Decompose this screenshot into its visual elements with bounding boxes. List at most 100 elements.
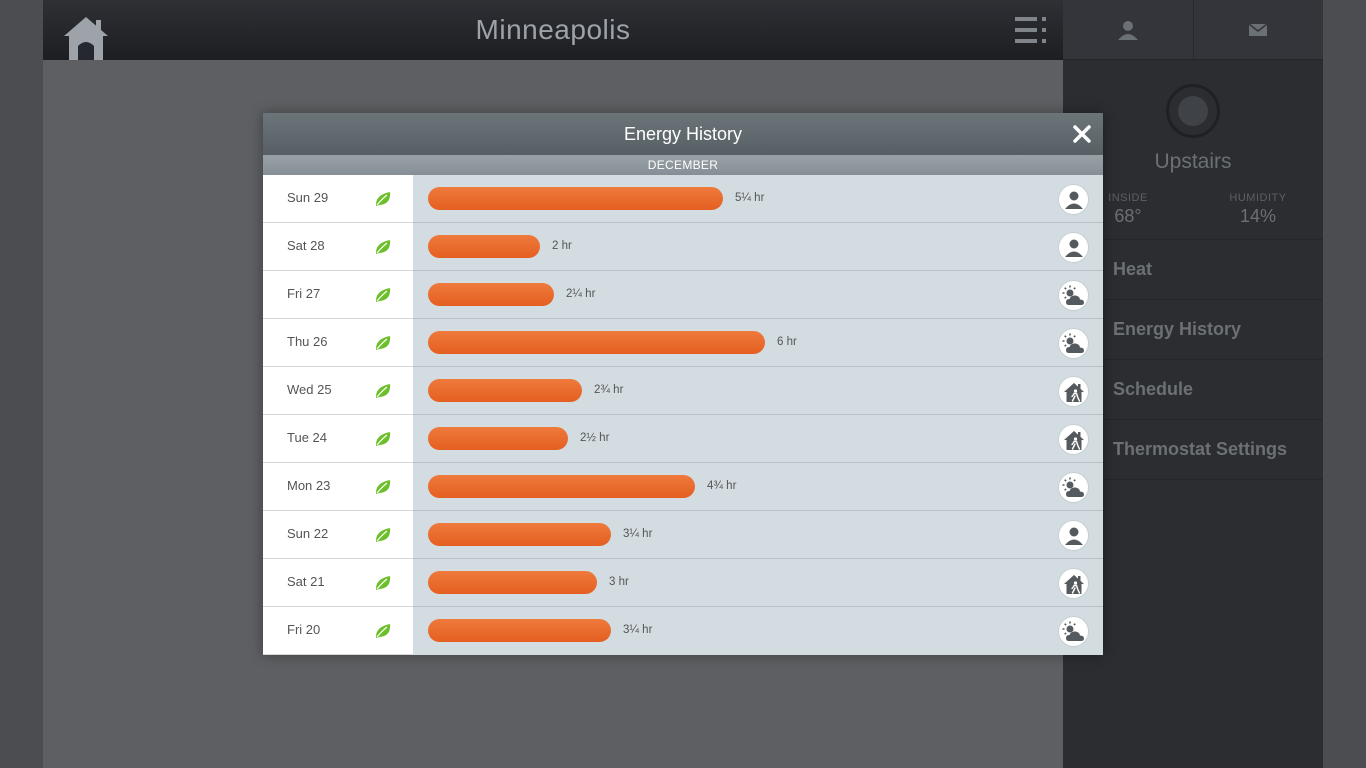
day-cell: Wed 25 [263, 367, 413, 415]
close-icon [1073, 125, 1091, 143]
usage-hours: 6 hr [777, 336, 797, 348]
day-cell: Fri 27 [263, 271, 413, 319]
usage-hours: 2 hr [552, 240, 572, 252]
close-button[interactable] [1071, 123, 1093, 145]
weather-icon [1062, 333, 1084, 353]
away-icon [1063, 382, 1084, 402]
user-icon [1064, 239, 1083, 257]
day-label: Fri 27 [287, 286, 321, 301]
day-label: Wed 25 [287, 382, 332, 397]
day-label: Tue 24 [287, 430, 327, 445]
month-header: DECEMBER [263, 155, 1103, 175]
modal-title: Energy History [623, 124, 743, 144]
energy-history-modal: Energy History DECEMBER Sun 29 5¼ hr Sat 2… [263, 113, 1103, 655]
day-label: Sun 29 [287, 190, 329, 205]
user-icon [1064, 191, 1083, 209]
energy-row[interactable]: Sun 22 3¼ hr [263, 511, 1103, 559]
thermostat-icon [1166, 84, 1220, 138]
reason-badge[interactable] [1058, 520, 1089, 551]
usage-hours: 4¾ hr [707, 480, 737, 492]
left-gutter [0, 0, 43, 768]
usage-bar [428, 331, 765, 354]
reason-badge[interactable] [1058, 184, 1089, 215]
user-icon [1064, 527, 1083, 545]
day-cell: Sat 21 [263, 559, 413, 607]
day-cell: Tue 24 [263, 415, 413, 463]
usage-hours: 5¼ hr [735, 192, 765, 204]
leaf-icon [375, 576, 391, 590]
top-bar: Minneapolis [43, 0, 1063, 60]
leaf-icon [375, 336, 391, 350]
day-cell: Fri 20 [263, 607, 413, 655]
usage-hours: 3 hr [609, 576, 629, 588]
reason-badge[interactable] [1058, 472, 1089, 503]
usage-bar [428, 475, 695, 498]
usage-hours: 2½ hr [580, 432, 610, 444]
weather-icon [1062, 621, 1084, 641]
humidity-label: HUMIDITY [1229, 192, 1287, 204]
right-gutter [1323, 0, 1366, 768]
leaf-icon [375, 240, 391, 254]
usage-bar [428, 235, 540, 258]
account-button[interactable] [1063, 0, 1194, 59]
city-title: Minneapolis [475, 14, 631, 45]
usage-bar [428, 187, 723, 210]
energy-row[interactable]: Fri 27 2¼ hr [263, 271, 1103, 319]
energy-row[interactable]: Sun 29 5¼ hr [263, 175, 1103, 223]
weather-icon [1062, 285, 1084, 305]
day-label: Thu 26 [287, 334, 328, 349]
reason-badge[interactable] [1058, 376, 1089, 407]
energy-row[interactable]: Sat 21 3 hr [263, 559, 1103, 607]
reason-badge[interactable] [1058, 328, 1089, 359]
modal-header: Energy History [263, 113, 1103, 155]
leaf-icon [375, 192, 391, 206]
usage-bar [428, 283, 554, 306]
leaf-icon [375, 288, 391, 302]
usage-bar [428, 619, 611, 642]
usage-bar [428, 523, 611, 546]
mail-icon [1249, 22, 1268, 36]
day-cell: Thu 26 [263, 319, 413, 367]
leaf-icon [375, 624, 391, 638]
list-menu-icon [1015, 17, 1046, 43]
usage-hours: 3¼ hr [623, 528, 653, 540]
day-label: Sun 22 [287, 526, 329, 541]
day-cell: Sun 29 [263, 175, 413, 223]
usage-bar [428, 427, 568, 450]
day-cell: Mon 23 [263, 463, 413, 511]
reason-badge[interactable] [1058, 424, 1089, 455]
reason-badge[interactable] [1058, 616, 1089, 647]
messages-button[interactable] [1194, 0, 1324, 59]
day-label: Sat 28 [287, 238, 325, 253]
usage-bar [428, 571, 597, 594]
day-label: Sat 21 [287, 574, 325, 589]
energy-rows: Sun 29 5¼ hr Sat 28 2 hr Fri 27 2¼ hr Thu 26 6 … [263, 175, 1103, 655]
menu-button[interactable] [1015, 15, 1049, 45]
usage-bar [428, 379, 582, 402]
away-icon [1063, 430, 1084, 450]
leaf-icon [375, 432, 391, 446]
away-icon [1063, 574, 1084, 594]
energy-row[interactable]: Tue 24 2½ hr [263, 415, 1103, 463]
usage-hours: 2¾ hr [594, 384, 624, 396]
day-label: Fri 20 [287, 622, 321, 637]
usage-hours: 3¼ hr [623, 624, 653, 636]
day-label: Mon 23 [287, 478, 331, 493]
usage-hours: 2¼ hr [566, 288, 596, 300]
leaf-icon [375, 528, 391, 542]
day-cell: Sun 22 [263, 511, 413, 559]
person-icon [1117, 20, 1138, 40]
humidity-value: 14% [1239, 206, 1277, 226]
leaf-icon [375, 384, 391, 398]
energy-row[interactable]: Sat 28 2 hr [263, 223, 1103, 271]
energy-row[interactable]: Fri 20 3¼ hr [263, 607, 1103, 655]
weather-icon [1062, 477, 1084, 497]
day-cell: Sat 28 [263, 223, 413, 271]
energy-row[interactable]: Mon 23 4¾ hr [263, 463, 1103, 511]
reason-badge[interactable] [1058, 280, 1089, 311]
leaf-icon [375, 480, 391, 494]
energy-row[interactable]: Thu 26 6 hr [263, 319, 1103, 367]
energy-row[interactable]: Wed 25 2¾ hr [263, 367, 1103, 415]
reason-badge[interactable] [1058, 232, 1089, 263]
reason-badge[interactable] [1058, 568, 1089, 599]
